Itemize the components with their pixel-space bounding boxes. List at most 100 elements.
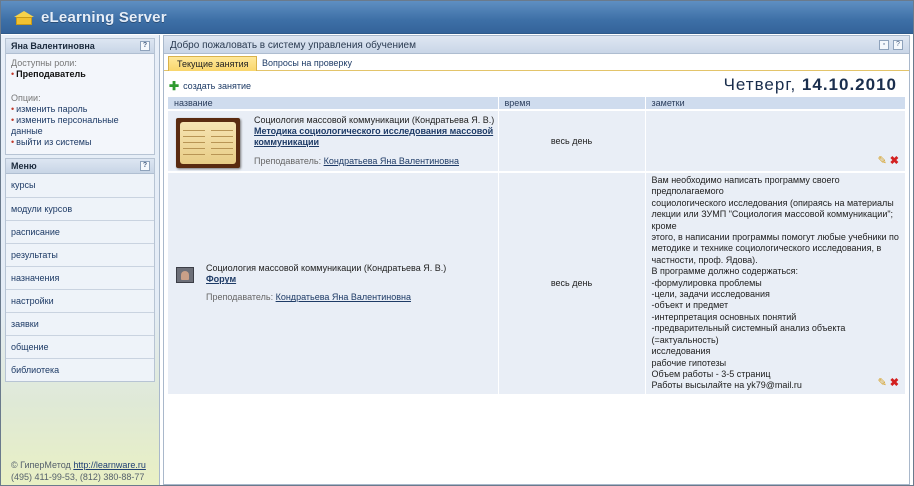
roles-label: Доступны роли:: [11, 58, 77, 68]
copyright: © ГиперМетод: [11, 460, 71, 470]
collapse-icon[interactable]: ?: [140, 161, 150, 171]
note-line: Работы высылайте на yk79@mail.ru: [651, 380, 802, 391]
user-block-header: Яна Валентиновна ?: [6, 39, 154, 54]
teacher-label: Преподаватель:: [206, 292, 274, 303]
title-cell: Социология массовой коммуникации (Кондра…: [168, 109, 499, 172]
teacher-label: Преподаватель:: [254, 156, 322, 166]
bullet-icon: •: [11, 137, 15, 147]
delete-icon[interactable]: ✖: [890, 155, 899, 167]
menu-item-course-modules[interactable]: модули курсов: [6, 197, 154, 220]
notes-cell: Вам необходимо написать программу своего…: [645, 171, 906, 394]
note-line: Вам необходимо написать программу своего…: [651, 175, 840, 197]
footer-phones: (495) 411-99-53, (812) 380-88-77: [11, 472, 145, 482]
menu-title: Меню: [11, 161, 37, 171]
main-header: Добро пожаловать в систему управления об…: [164, 36, 909, 54]
menu-list: курсы модули курсов расписание результат…: [6, 174, 154, 381]
column-header[interactable]: заметки: [645, 97, 906, 110]
page-title: Добро пожаловать в систему управления об…: [170, 40, 416, 51]
delete-icon[interactable]: ✖: [890, 377, 899, 389]
note-line: -объект и предмет: [651, 300, 729, 311]
note-line: лекции или ЗУМП "Социология массовой ком…: [651, 209, 894, 231]
note-line: социологического исследования (опираясь …: [651, 197, 894, 208]
time-cell: весь день: [498, 171, 646, 394]
menu-item-requests[interactable]: заявки: [6, 312, 154, 335]
help-icon[interactable]: ?: [893, 40, 903, 50]
main-panel: Добро пожаловать в систему управления об…: [163, 35, 910, 485]
note-line: -цели, задачи исследования: [651, 289, 770, 300]
date-day: Четверг,: [723, 75, 797, 94]
bullet-icon: •: [11, 115, 15, 125]
option-label: изменить пароль: [16, 104, 88, 114]
menu-item-results[interactable]: результаты: [6, 243, 154, 266]
schedule-table: название время заметки Социология массов…: [168, 97, 906, 394]
current-date: Четверг, 14.10.2010: [724, 75, 897, 95]
note-line: частности, проф. Ядова).: [651, 254, 758, 265]
option-logout[interactable]: • выйти из системы: [11, 137, 149, 148]
tab-bar: Текущие занятия Вопросы на проверку: [164, 54, 909, 71]
date-value: 14.10.2010: [801, 75, 897, 94]
time-cell: весь день: [498, 109, 646, 172]
create-lesson-label: создать занятие: [183, 81, 251, 91]
edit-icon[interactable]: ✎: [878, 377, 887, 389]
menu-item-library[interactable]: библиотека: [6, 358, 154, 381]
minimize-icon[interactable]: ▫: [879, 40, 889, 50]
collapse-icon[interactable]: ?: [140, 41, 150, 51]
bullet-icon: •: [11, 69, 15, 79]
option-label: выйти из системы: [16, 137, 92, 147]
table-row: Социология массовой коммуникации (Кондра…: [168, 109, 906, 172]
app-title: eLearning Server: [41, 9, 167, 26]
note-line: методике и технике социологического иссл…: [651, 243, 882, 254]
column-header[interactable]: время: [498, 97, 646, 110]
options-label: Опции:: [11, 93, 41, 103]
option-change-password[interactable]: • изменить пароль: [11, 104, 149, 115]
title-cell: Социология массовой коммуникации (Кондра…: [168, 171, 499, 394]
user-name: Яна Валентиновна: [11, 41, 95, 51]
app-header: eLearning Server: [1, 1, 913, 34]
teacher-link[interactable]: Кондратьева Яна Валентиновна: [276, 292, 411, 302]
note-line: -интерпретация основных понятий: [651, 311, 797, 322]
footer-link[interactable]: http://learnware.ru: [73, 460, 146, 470]
menu-item-schedule[interactable]: расписание: [6, 220, 154, 243]
teacher-line: Преподаватель: Кондратьева Яна Валентино…: [206, 292, 498, 303]
plus-icon: ✚: [169, 78, 180, 93]
create-lesson-button[interactable]: ✚ создать занятие: [169, 78, 251, 93]
course-name: Социология массовой коммуникации (Кондра…: [206, 263, 447, 274]
note-line: -формулировка проблемы: [651, 277, 762, 288]
house-icon: [13, 10, 35, 25]
note-line: исследования: [651, 346, 711, 357]
role-label: Преподаватель: [16, 69, 86, 79]
menu-item-courses[interactable]: курсы: [6, 174, 154, 197]
book-icon: [176, 118, 240, 168]
note-line: этого, в написании программы помогут люб…: [651, 232, 899, 243]
menu-item-communication[interactable]: общение: [6, 335, 154, 358]
note-line: -предварительный системный анализ объект…: [651, 323, 846, 345]
note-line: рабочие гипотезы: [651, 357, 727, 368]
row-actions: ✎ ✖: [878, 155, 899, 167]
notes-cell: ✎ ✖: [645, 109, 906, 172]
forum-icon: [176, 267, 194, 283]
tab-questions-review[interactable]: Вопросы на проверку: [254, 56, 360, 71]
teacher-line: Преподаватель: Кондратьева Яна Валентино…: [254, 156, 498, 167]
tab-current-lessons[interactable]: Текущие занятия: [168, 56, 258, 71]
column-header[interactable]: название: [168, 97, 499, 110]
course-name: Социология массовой коммуникации (Кондра…: [254, 115, 495, 125]
teacher-link[interactable]: Кондратьева Яна Валентиновна: [324, 156, 459, 166]
menu-header: Меню ?: [6, 159, 154, 174]
user-block: Яна Валентиновна ? Доступны роли: • Препо…: [5, 38, 155, 155]
edit-icon[interactable]: ✎: [878, 155, 887, 167]
user-block-body: Доступны роли: • Преподаватель Опции: • из…: [6, 54, 154, 154]
notes-text: Вам необходимо написать программу своего…: [652, 175, 900, 392]
option-label: изменить персональные данные: [11, 115, 119, 136]
sidebar: Яна Валентиновна ? Доступны роли: • Препо…: [1, 35, 160, 485]
option-change-personal-data[interactable]: • изменить персональные данные: [11, 115, 149, 137]
table-header-row: название время заметки: [168, 97, 906, 110]
menu-block: Меню ? курсы модули курсов расписание ре…: [5, 158, 155, 382]
role-item[interactable]: • Преподаватель: [11, 69, 149, 80]
menu-item-settings[interactable]: настройки: [6, 289, 154, 312]
note-line: В программе должно содержаться:: [651, 266, 799, 277]
lesson-link[interactable]: Методика социологического исследования м…: [254, 126, 498, 148]
app-logo[interactable]: eLearning Server: [13, 9, 167, 26]
lesson-link[interactable]: Форум: [206, 274, 498, 285]
table-row: Социология массовой коммуникации (Кондра…: [168, 171, 906, 394]
menu-item-assignments[interactable]: назначения: [6, 266, 154, 289]
